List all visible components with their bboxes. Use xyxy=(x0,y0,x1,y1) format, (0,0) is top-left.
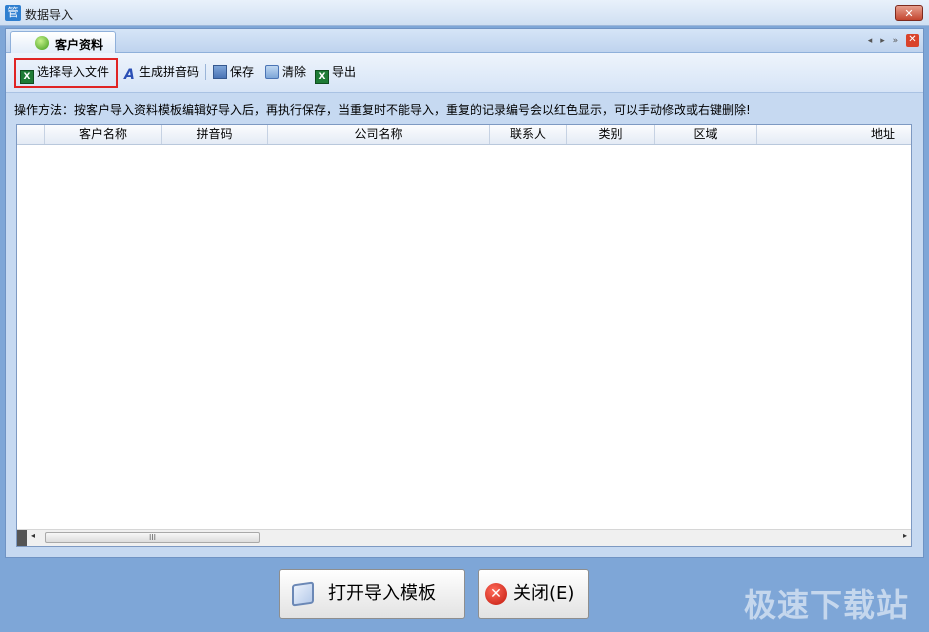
scroll-left-button[interactable]: ◂ xyxy=(31,531,35,540)
open-import-template-button[interactable]: 打开导入模板 xyxy=(279,569,465,619)
generate-pinyin-label: 生成拼音码 xyxy=(139,65,200,79)
scroll-thumb[interactable]: III xyxy=(45,532,260,543)
clear-label: 清除 xyxy=(282,65,307,79)
excel-icon: X xyxy=(20,70,34,84)
save-button[interactable]: 保存 xyxy=(213,61,254,83)
tab-label: 客户资料 xyxy=(55,38,104,52)
instructions-text: 操作方法：按客户导入资料模板编辑好导入后，再执行保存，当重复时不能导入，重复的记… xyxy=(14,103,751,117)
save-disk-icon xyxy=(213,65,227,79)
column-header[interactable]: 公司名称 xyxy=(268,125,490,144)
window-close-button[interactable]: ✕ xyxy=(895,5,923,21)
generate-pinyin-button[interactable]: A 生成拼音码 xyxy=(124,61,199,83)
save-label: 保存 xyxy=(230,65,255,79)
toolbar-separator xyxy=(205,64,206,80)
close-x-icon: ✕ xyxy=(485,583,507,605)
tab-prev-button[interactable]: ◂ xyxy=(868,36,873,46)
open-import-template-label: 打开导入模板 xyxy=(328,583,436,604)
close-label: 关闭(E) xyxy=(513,583,575,604)
select-import-file-button[interactable]: X 选择导入文件 xyxy=(20,61,110,84)
column-header[interactable]: 地址 xyxy=(757,125,911,144)
tab-next-button[interactable]: ▸ xyxy=(880,36,885,46)
column-header[interactable]: 拼音码 xyxy=(162,125,268,144)
scroll-corner xyxy=(17,530,27,546)
close-button[interactable]: ✕ 关闭(E) xyxy=(478,569,589,619)
grid-header: 客户名称 拼音码 公司名称 联系人 类别 区域 地址 xyxy=(17,125,911,145)
tab-close-button[interactable]: ✕ xyxy=(906,34,919,47)
book-icon xyxy=(292,581,314,607)
column-header[interactable]: 客户名称 xyxy=(45,125,162,144)
window-title: 数据导入 xyxy=(25,8,74,22)
export-label: 导出 xyxy=(332,65,357,79)
export-button[interactable]: X 导出 xyxy=(315,61,357,84)
tab-list-button[interactable]: » xyxy=(893,36,899,46)
clear-icon xyxy=(265,65,279,79)
column-header[interactable]: 联系人 xyxy=(490,125,567,144)
row-indicator-column xyxy=(17,125,45,144)
horizontal-scrollbar[interactable]: ◂ III ▸ xyxy=(17,529,911,546)
font-a-icon: A xyxy=(124,67,135,83)
column-header[interactable]: 类别 xyxy=(567,125,655,144)
watermark: 极速下载站 xyxy=(743,586,909,624)
contacts-icon xyxy=(35,36,49,50)
column-header[interactable]: 区域 xyxy=(655,125,757,144)
scroll-right-button[interactable]: ▸ xyxy=(903,531,907,540)
toolbar: X 选择导入文件 A 生成拼音码 保存 清除 X 导出 xyxy=(6,53,923,93)
excel-icon: X xyxy=(315,70,329,84)
data-grid[interactable]: 客户名称 拼音码 公司名称 联系人 类别 区域 地址 ◂ III ▸ xyxy=(16,124,912,547)
tab-controls: ◂ ▸ » ✕ xyxy=(863,34,919,47)
tab-customer-data[interactable]: 客户资料 xyxy=(10,31,116,53)
tab-strip: 客户资料 ◂ ▸ » ✕ xyxy=(6,29,923,53)
select-import-file-label: 选择导入文件 xyxy=(37,65,110,79)
main-frame: 客户资料 ◂ ▸ » ✕ X 选择导入文件 A 生成拼音码 保存 清除 X 导出 操作… xyxy=(5,28,924,558)
title-bar: 管 数据导入 ✕ xyxy=(0,0,929,26)
app-icon: 管 xyxy=(5,5,21,21)
clear-button[interactable]: 清除 xyxy=(265,61,306,83)
